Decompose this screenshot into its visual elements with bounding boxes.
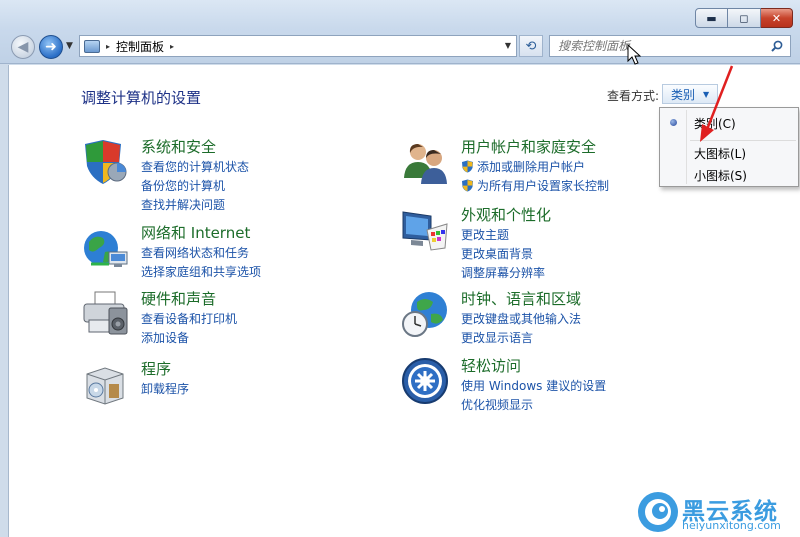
window-titlebar: ▬ ◻ ✕ ◀ ➜ ▼ ▸ 控制面板 ▸ ▼ ⟲ bbox=[0, 0, 800, 64]
mouse-cursor-icon bbox=[627, 44, 641, 65]
category-title[interactable]: 程序 bbox=[141, 358, 171, 379]
close-button[interactable]: ✕ bbox=[761, 8, 793, 28]
link-change-background[interactable]: 更改桌面背景 bbox=[461, 245, 545, 264]
link-optimize-video-display[interactable]: 优化视频显示 bbox=[461, 396, 606, 415]
breadcrumb-separator[interactable]: ▸ bbox=[106, 42, 110, 51]
link-uninstall-program[interactable]: 卸载程序 bbox=[141, 380, 189, 399]
link-add-remove-users[interactable]: 添加或删除用户帐户 bbox=[461, 158, 609, 177]
appearance-monitor-icon bbox=[402, 211, 448, 251]
ease-of-access-icon bbox=[402, 358, 448, 404]
uac-shield-icon bbox=[462, 160, 473, 173]
link-adjust-resolution[interactable]: 调整屏幕分辨率 bbox=[461, 264, 545, 283]
category-title[interactable]: 网络和 Internet bbox=[141, 222, 250, 243]
window-controls: ▬ ◻ ✕ bbox=[695, 8, 793, 28]
address-bar[interactable]: ▸ 控制面板 ▸ ▼ bbox=[79, 35, 517, 57]
link-change-display-language[interactable]: 更改显示语言 bbox=[461, 329, 581, 348]
link-view-computer-status[interactable]: 查看您的计算机状态 bbox=[141, 158, 249, 177]
page-title: 调整计算机的设置 bbox=[81, 89, 202, 107]
control-panel-icon bbox=[84, 39, 100, 53]
breadcrumb-control-panel[interactable]: 控制面板 bbox=[116, 38, 164, 55]
printer-icon bbox=[83, 291, 128, 335]
category-title[interactable]: 用户帐户和家庭安全 bbox=[461, 136, 596, 157]
refresh-button[interactable]: ⟲ bbox=[519, 35, 543, 57]
clock-globe-icon bbox=[402, 292, 447, 337]
programs-box-icon bbox=[86, 367, 124, 405]
maximize-button[interactable]: ◻ bbox=[728, 8, 761, 28]
category-title[interactable]: 轻松访问 bbox=[461, 355, 521, 376]
view-by-label: 查看方式: bbox=[607, 89, 660, 103]
menu-item-small-icons[interactable]: 小图标(S) bbox=[694, 167, 747, 184]
link-view-devices-printers[interactable]: 查看设备和打印机 bbox=[141, 310, 237, 329]
category-title[interactable]: 时钟、语言和区域 bbox=[461, 288, 581, 309]
link-backup-computer[interactable]: 备份您的计算机 bbox=[141, 177, 249, 196]
watermark-subtitle: heiyunxitong.com bbox=[682, 519, 781, 532]
link-find-fix-problems[interactable]: 查找并解决问题 bbox=[141, 196, 249, 215]
link-windows-suggested-settings[interactable]: 使用 Windows 建议的设置 bbox=[461, 377, 606, 396]
uac-shield-icon bbox=[462, 179, 473, 192]
link-text: 添加或删除用户帐户 bbox=[477, 160, 586, 174]
link-add-device[interactable]: 添加设备 bbox=[141, 329, 237, 348]
link-change-theme[interactable]: 更改主题 bbox=[461, 226, 545, 245]
category-title[interactable]: 系统和安全 bbox=[141, 136, 216, 157]
address-history-dropdown[interactable]: ▼ bbox=[505, 41, 511, 50]
link-parental-controls[interactable]: 为所有用户设置家长控制 bbox=[461, 177, 609, 196]
annotation-arrow-icon bbox=[700, 65, 734, 142]
search-input[interactable] bbox=[558, 39, 758, 53]
link-view-network-status[interactable]: 查看网络状态和任务 bbox=[141, 244, 261, 263]
link-change-keyboard[interactable]: 更改键盘或其他输入法 bbox=[461, 310, 581, 329]
menu-gutter bbox=[686, 110, 687, 184]
link-text: 为所有用户设置家长控制 bbox=[477, 179, 610, 193]
category-title[interactable]: 外观和个性化 bbox=[461, 204, 551, 225]
security-shield-icon bbox=[85, 140, 127, 184]
selected-radio-icon bbox=[670, 119, 677, 126]
minimize-button[interactable]: ▬ bbox=[695, 8, 728, 28]
network-globe-icon bbox=[84, 231, 128, 267]
watermark-logo-icon bbox=[638, 492, 678, 532]
recent-pages-dropdown[interactable]: ▼ bbox=[66, 41, 73, 51]
breadcrumb-trail-arrow[interactable]: ▸ bbox=[170, 42, 174, 51]
category-title[interactable]: 硬件和声音 bbox=[141, 288, 216, 309]
search-icon[interactable] bbox=[771, 40, 783, 52]
forward-button[interactable]: ➜ bbox=[39, 35, 63, 59]
back-button[interactable]: ◀ bbox=[11, 35, 35, 59]
users-icon bbox=[404, 144, 447, 184]
link-homegroup-sharing[interactable]: 选择家庭组和共享选项 bbox=[141, 263, 261, 282]
search-box[interactable] bbox=[549, 35, 791, 57]
